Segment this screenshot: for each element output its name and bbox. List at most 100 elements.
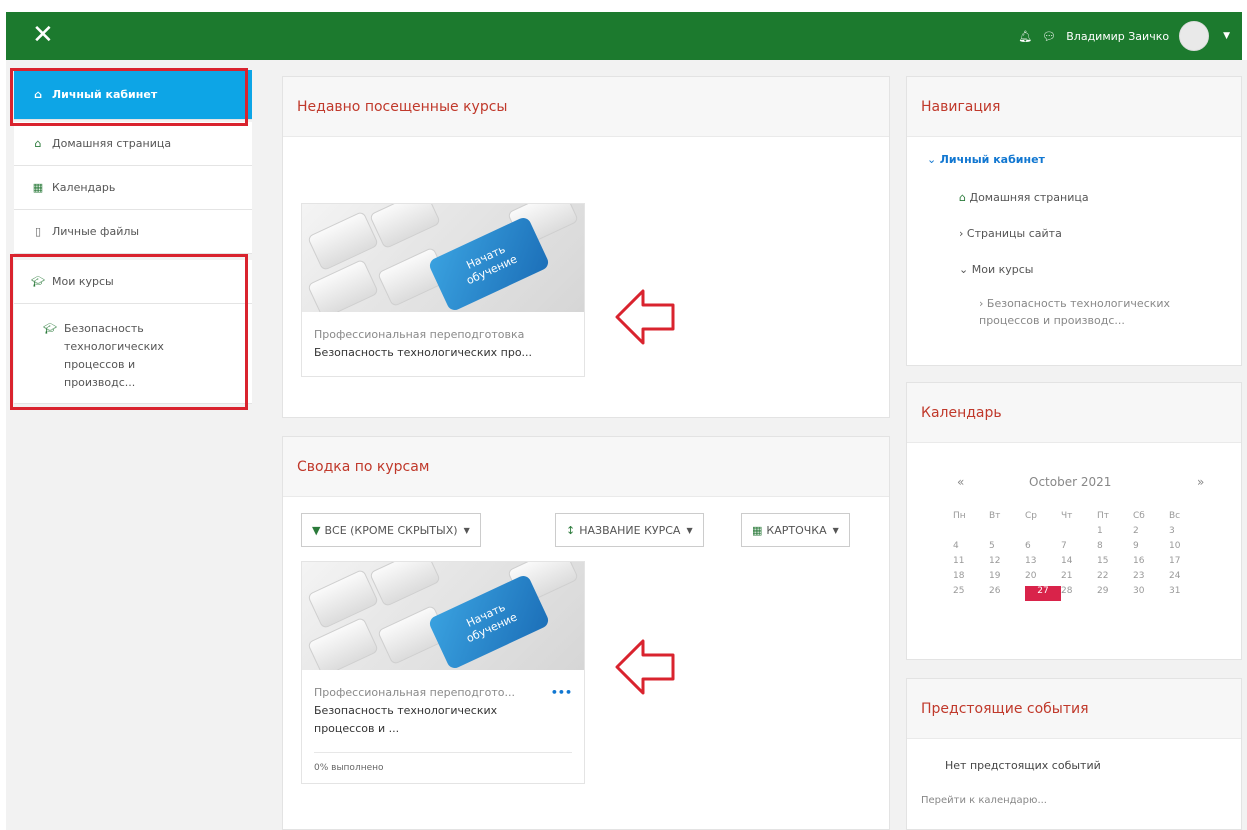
weekday-label: Вс (1169, 511, 1181, 521)
chat-icon[interactable]: 💬︎ (1042, 30, 1056, 43)
calendar-day[interactable]: 14 (1061, 556, 1097, 571)
go-to-calendar-link[interactable]: Перейти к календарю... (921, 795, 1047, 806)
prev-month-icon[interactable]: « (957, 475, 964, 489)
sidebar-item-dashboard[interactable]: ⌂ Личный кабинет (14, 70, 252, 120)
dashboard-icon: ⌂ (34, 88, 42, 101)
calendar-day[interactable]: 13 (1025, 556, 1061, 571)
course-image-label: Начать обучение (427, 573, 551, 670)
sort-dropdown[interactable]: ↕ НАЗВАНИЕ КУРСА ▼ (555, 513, 704, 547)
course-category: Профессиональная переподготовка (314, 328, 525, 341)
calendar-day[interactable]: 7 (1061, 541, 1097, 556)
block-title: Сводка по курсам (283, 437, 889, 497)
sidebar-item-home[interactable]: ⌂ Домашняя страница (14, 122, 252, 166)
sidebar-item-calendar[interactable]: ▦ Календарь (14, 166, 252, 210)
calendar-day[interactable]: 15 (1097, 556, 1133, 571)
calendar-day[interactable]: 31 (1169, 586, 1205, 601)
filter-dropdown[interactable]: ▼ ВСЕ (КРОМЕ СКРЫТЫХ) ▼ (301, 513, 481, 547)
calendar-day[interactable]: 22 (1097, 571, 1133, 586)
block-title: Недавно посещенные курсы (283, 77, 889, 137)
top-navbar: ✕ 🔔︎ 💬︎ Владимир Заичко ▼ (6, 12, 1242, 60)
calendar-day[interactable]: 10 (1169, 541, 1205, 556)
nav-my-courses[interactable]: ⌄ Мои курсы (959, 263, 1033, 276)
nav-home[interactable]: ⌂ Домашняя страница (959, 191, 1089, 204)
calendar-icon: ▦ (32, 181, 44, 194)
upcoming-events-block: Предстоящие события Нет предстоящих собы… (906, 678, 1242, 830)
nav-course[interactable]: › Безопасность технологических процессов… (979, 295, 1219, 329)
calendar-day[interactable]: 26 (989, 586, 1025, 601)
graduation-cap-icon: 🎓︎ (43, 322, 57, 335)
calendar-day[interactable]: 30 (1133, 586, 1169, 601)
chevron-down-icon: ▼ (686, 525, 693, 535)
bell-icon[interactable]: 🔔︎ (1018, 30, 1032, 43)
calendar-day[interactable]: 3 (1169, 526, 1205, 541)
chevron-down-icon[interactable]: ▼ (1223, 31, 1230, 41)
graduation-cap-icon: 🎓︎ (31, 275, 45, 288)
sidebar-item-my-courses[interactable]: 🎓︎ Мои курсы (14, 260, 252, 304)
calendar-header: « October 2021 » (907, 475, 1241, 495)
calendar-day[interactable]: 12 (989, 556, 1025, 571)
avatar[interactable] (1179, 21, 1210, 51)
calendar-day[interactable]: 5 (989, 541, 1025, 556)
calendar-day[interactable]: 11 (953, 556, 989, 571)
nav-site-pages[interactable]: › Страницы сайта (959, 227, 1062, 240)
course-card[interactable]: Начать обучение Профессиональная перепод… (301, 203, 585, 377)
calendar-day[interactable]: 23 (1133, 571, 1169, 586)
calendar-day[interactable]: 8 (1097, 541, 1133, 556)
calendar-week: 123 (953, 526, 1207, 541)
calendar-day[interactable]: 4 (953, 541, 989, 556)
user-name[interactable]: Владимир Заичко (1066, 30, 1169, 43)
chevron-down-icon: ▼ (463, 525, 470, 535)
calendar-day[interactable]: 25 (953, 586, 989, 601)
sidebar-item-label: Домашняя страница (52, 137, 172, 150)
weekday-row: Пн Вт Ср Чт Пт Сб Вс (953, 511, 1207, 526)
sidebar-item-label: Календарь (52, 181, 116, 194)
calendar-day[interactable]: 28 (1061, 586, 1097, 601)
recent-courses-block: Недавно посещенные курсы Начать обучение… (282, 76, 890, 418)
calendar-day[interactable]: 29 (1097, 586, 1133, 601)
calendar-day[interactable]: 19 (989, 571, 1025, 586)
more-options-icon[interactable]: ••• (551, 684, 572, 702)
calendar-day[interactable]: 9 (1133, 541, 1169, 556)
block-title: Предстоящие события (907, 679, 1241, 739)
user-menu: 🔔︎ 💬︎ Владимир Заичко ▼ (1018, 21, 1230, 51)
calendar-day[interactable]: 1 (1097, 526, 1133, 541)
weekday-label: Вт (989, 511, 1001, 521)
calendar-day (1025, 526, 1061, 541)
calendar-block: Календарь « October 2021 » Пн Вт Ср Чт Пт Сб В… (906, 382, 1242, 660)
calendar-day (953, 526, 989, 541)
calendar-week: 4 5 6 7 8 9 10 (953, 541, 1207, 556)
course-card[interactable]: Начать обучение Профессиональная перепод… (301, 561, 585, 784)
calendar-day[interactable]: 24 (1169, 571, 1205, 586)
course-image[interactable]: Начать обучение (302, 204, 584, 312)
calendar-day-today[interactable]: 27 (1025, 586, 1061, 601)
home-icon: ⌂ (959, 191, 966, 204)
calendar-week: 25 26 27 28 29 30 31 (953, 586, 1207, 601)
view-dropdown[interactable]: ▦ КАРТОЧКА ▼ (741, 513, 850, 547)
sidebar-item-course[interactable]: 🎓︎ Безопасность технологических процессо… (14, 304, 252, 404)
calendar-day[interactable]: 16 (1133, 556, 1169, 571)
chevron-down-icon: ▼ (832, 525, 839, 535)
calendar-day[interactable]: 18 (953, 571, 989, 586)
course-image[interactable]: Начать обучение (302, 562, 584, 670)
month-label: October 2021 (1029, 475, 1112, 489)
calendar-day[interactable]: 17 (1169, 556, 1205, 571)
next-month-icon[interactable]: » (1197, 475, 1204, 489)
calendar-day[interactable]: 20 (1025, 571, 1061, 586)
arrow-left-icon (615, 639, 675, 695)
calendar-day[interactable]: 2 (1133, 526, 1169, 541)
chevron-right-icon: › (979, 297, 984, 310)
sidebar-item-label: Безопасность технологических процессов и… (64, 322, 164, 389)
grid-icon: ▦ (752, 523, 763, 537)
calendar-day[interactable]: 6 (1025, 541, 1061, 556)
nav-root[interactable]: ⌄ Личный кабинет (927, 153, 1045, 166)
close-icon[interactable]: ✕ (32, 20, 54, 50)
calendar-day[interactable]: 21 (1061, 571, 1097, 586)
chevron-right-icon: › (959, 227, 964, 240)
course-name[interactable]: Безопасность технологических процессов и… (314, 702, 514, 738)
weekday-label: Пн (953, 511, 966, 521)
chevron-down-icon: ⌄ (959, 263, 969, 276)
course-name[interactable]: Безопасность технологических про... (314, 344, 572, 362)
weekday-label: Пт (1097, 511, 1110, 521)
weekday-label: Чт (1061, 511, 1073, 521)
sidebar-item-files[interactable]: ▯ Личные файлы (14, 210, 252, 254)
